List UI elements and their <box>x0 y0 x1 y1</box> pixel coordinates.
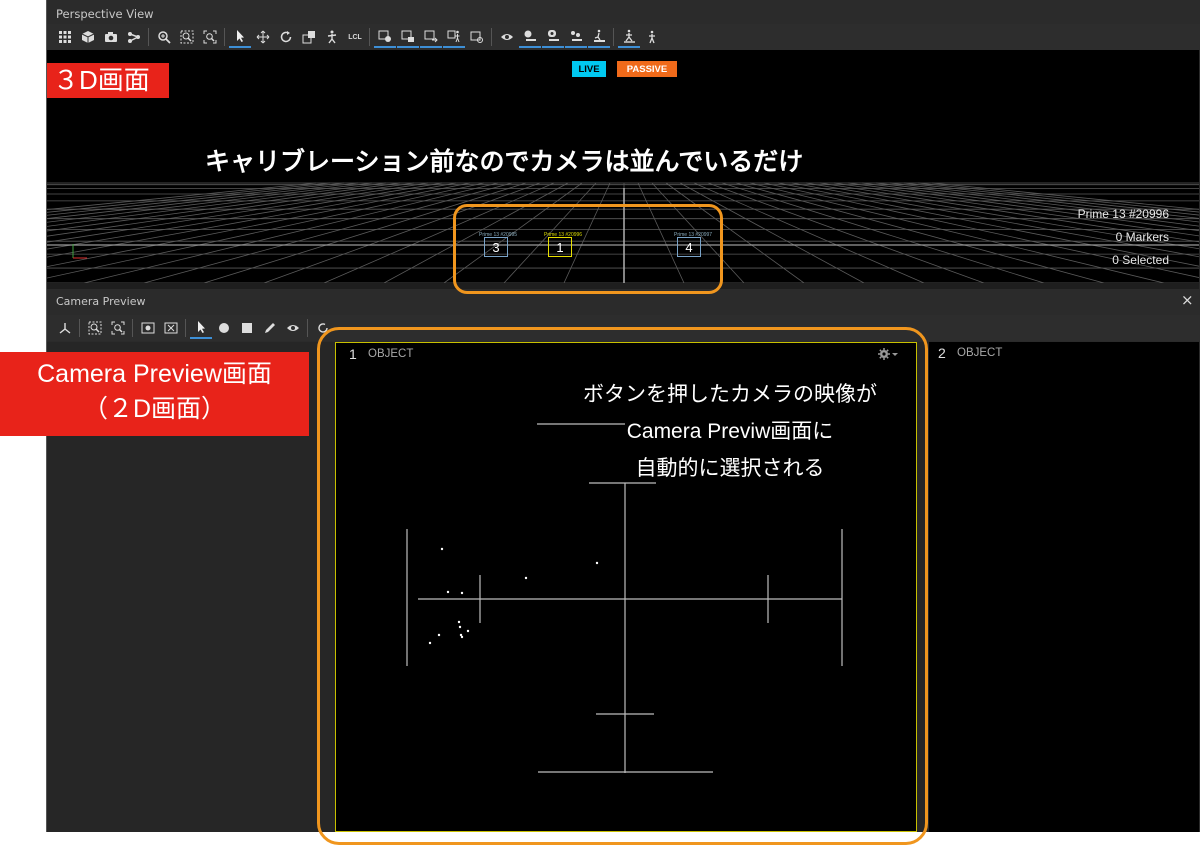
toolbar-separator <box>185 319 186 337</box>
lcl-toggle[interactable]: LCL <box>344 26 366 48</box>
camera-marker-icon[interactable] <box>374 26 396 48</box>
camera-view-2[interactable]: 2 OBJECT <box>929 342 1199 832</box>
toolbar-separator <box>613 28 614 46</box>
select-arrow-icon[interactable] <box>190 317 212 339</box>
axis-gizmo-icon <box>72 244 87 259</box>
live-badge[interactable]: LIVE <box>572 61 606 77</box>
note-before-calibration: キャリブレーション前なのでカメラは並んでいるだけ <box>205 148 804 176</box>
markers-count: 0 Markers <box>1115 230 1169 244</box>
zoom-region-icon[interactable] <box>84 317 106 339</box>
selected-count: 0 Selected <box>1112 253 1169 267</box>
circle-mask-icon[interactable] <box>213 317 235 339</box>
rotate-icon[interactable] <box>275 26 297 48</box>
rect-mask-icon[interactable] <box>236 317 258 339</box>
share-icon[interactable] <box>123 26 145 48</box>
toolbar-separator <box>491 28 492 46</box>
close-icon[interactable]: × <box>1181 291 1194 309</box>
axis-icon[interactable] <box>54 317 76 339</box>
toolbar-separator <box>224 28 225 46</box>
label-camera-preview-line2: （２D画面） <box>82 395 227 423</box>
pen-icon[interactable] <box>259 317 281 339</box>
camera-outline-icon[interactable] <box>466 26 488 48</box>
grid-icon[interactable] <box>54 26 76 48</box>
marker-icon[interactable] <box>565 26 587 48</box>
body-run-icon[interactable] <box>588 26 610 48</box>
toolbar-separator <box>148 28 149 46</box>
label-camera-preview-screen: Camera Preview画面 （２D画面） <box>0 352 309 436</box>
camera-preview-title: Camera Preview <box>56 295 146 308</box>
body-stand-icon[interactable] <box>641 26 663 48</box>
zoom-fit-icon[interactable] <box>107 317 129 339</box>
toolbar-separator <box>79 319 80 337</box>
scale-icon[interactable] <box>298 26 320 48</box>
camera-icon[interactable] <box>100 26 122 48</box>
body-icon[interactable] <box>443 26 465 48</box>
camera-view-mode-label: OBJECT <box>957 347 1003 359</box>
toolbar-separator <box>132 319 133 337</box>
camera-settings-icon[interactable] <box>542 26 564 48</box>
toolbar-separator <box>307 319 308 337</box>
skeleton-icon[interactable] <box>321 26 343 48</box>
camera-view-number: 2 <box>938 345 946 361</box>
perspective-toolbar: LCL <box>47 24 1200 50</box>
highlight-cameras-3d <box>453 204 723 294</box>
camera-snapshot-icon[interactable] <box>397 26 419 48</box>
mask-clear-icon[interactable] <box>160 317 182 339</box>
mask-add-icon[interactable] <box>137 317 159 339</box>
eye-icon[interactable] <box>496 26 518 48</box>
selected-camera-name: Prime 13 #20996 <box>1077 207 1169 221</box>
camera-export-icon[interactable] <box>420 26 442 48</box>
select-arrow-icon[interactable] <box>229 26 251 48</box>
body-walk-icon[interactable] <box>618 26 640 48</box>
move-icon[interactable] <box>252 26 274 48</box>
zoom-region-icon[interactable] <box>176 26 198 48</box>
perspective-view-title: Perspective View <box>56 7 154 21</box>
label-camera-preview-line1: Camera Preview画面 <box>37 360 272 388</box>
toolbar-separator <box>369 28 370 46</box>
camera-view-icon[interactable] <box>519 26 541 48</box>
label-3d-screen: ３D画面 <box>47 63 169 98</box>
zoom-fit-icon[interactable] <box>199 26 221 48</box>
zoom-in-icon[interactable] <box>153 26 175 48</box>
highlight-camera-preview <box>317 327 928 845</box>
passive-badge[interactable]: PASSIVE <box>617 61 677 77</box>
cube-icon[interactable] <box>77 26 99 48</box>
eraser-icon[interactable] <box>282 317 304 339</box>
